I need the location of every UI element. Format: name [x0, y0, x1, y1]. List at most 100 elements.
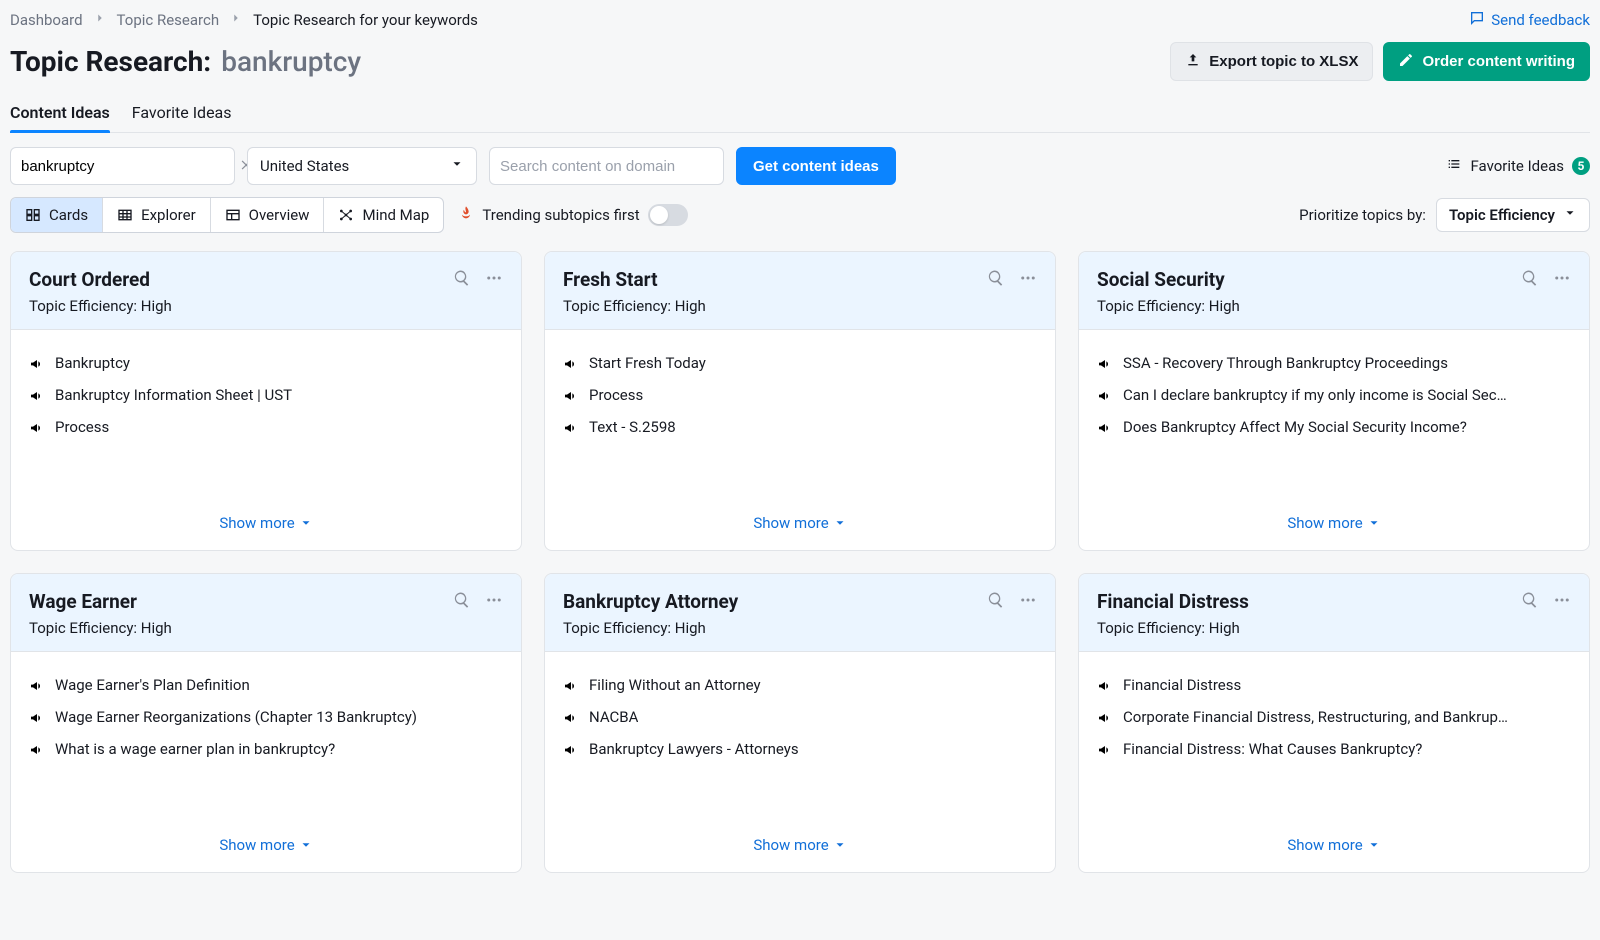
- show-more-link[interactable]: Show more: [219, 514, 312, 532]
- search-icon[interactable]: [987, 269, 1005, 291]
- card-item-text: Process: [55, 418, 109, 436]
- bullhorn-icon: [29, 742, 45, 758]
- topic-card: Fresh Start Topic Efficiency: High Start…: [544, 251, 1056, 551]
- bullhorn-icon: [563, 420, 579, 436]
- topic-card: Court Ordered Topic Efficiency: High Ban…: [10, 251, 522, 551]
- send-feedback-link[interactable]: Send feedback: [1469, 10, 1590, 30]
- card-header: Wage Earner Topic Efficiency: High: [11, 574, 521, 652]
- tab-favorite-ideas[interactable]: Favorite Ideas: [132, 95, 232, 132]
- card-item[interactable]: Bankruptcy Information Sheet | UST: [29, 386, 503, 404]
- bullhorn-icon: [29, 420, 45, 436]
- card-efficiency: Topic Efficiency: High: [1097, 619, 1571, 637]
- card-item-text: SSA - Recovery Through Bankruptcy Procee…: [1123, 354, 1448, 372]
- upload-icon: [1185, 52, 1201, 71]
- keyword-input[interactable]: [11, 148, 230, 184]
- card-body: Wage Earner's Plan Definition Wage Earne…: [11, 652, 521, 826]
- chevron-right-icon: [229, 11, 243, 29]
- card-title: Wage Earner: [29, 590, 137, 613]
- show-more-link[interactable]: Show more: [1287, 836, 1380, 854]
- order-content-writing-button[interactable]: Order content writing: [1383, 42, 1590, 81]
- edit-icon: [1398, 52, 1414, 71]
- card-item[interactable]: Start Fresh Today: [563, 354, 1037, 372]
- card-item-text: Start Fresh Today: [589, 354, 706, 372]
- search-icon[interactable]: [453, 591, 471, 613]
- card-item[interactable]: SSA - Recovery Through Bankruptcy Procee…: [1097, 354, 1571, 372]
- tabs: Content Ideas Favorite Ideas: [10, 95, 1590, 133]
- card-item[interactable]: Can I declare bankruptcy if my only inco…: [1097, 386, 1571, 404]
- card-efficiency: Topic Efficiency: High: [1097, 297, 1571, 315]
- topic-card: Wage Earner Topic Efficiency: High Wage …: [10, 573, 522, 873]
- chevron-down-icon: [1563, 206, 1577, 224]
- bullhorn-icon: [563, 356, 579, 372]
- export-button[interactable]: Export topic to XLSX: [1170, 42, 1373, 81]
- prioritize-select[interactable]: Topic Efficiency: [1436, 198, 1590, 232]
- show-more-link[interactable]: Show more: [1287, 514, 1380, 532]
- card-efficiency: Topic Efficiency: High: [563, 619, 1037, 637]
- show-more-link[interactable]: Show more: [219, 836, 312, 854]
- more-icon[interactable]: [1019, 591, 1037, 613]
- card-item[interactable]: Process: [563, 386, 1037, 404]
- show-more-link[interactable]: Show more: [753, 514, 846, 532]
- tab-content-ideas[interactable]: Content Ideas: [10, 95, 110, 132]
- card-efficiency: Topic Efficiency: High: [29, 297, 503, 315]
- table-icon: [117, 207, 133, 223]
- card-item[interactable]: Does Bankruptcy Affect My Social Securit…: [1097, 418, 1571, 436]
- card-body: Bankruptcy Bankruptcy Information Sheet …: [11, 330, 521, 504]
- chevron-right-icon: [93, 11, 107, 29]
- search-icon[interactable]: [987, 591, 1005, 613]
- more-icon[interactable]: [1553, 269, 1571, 291]
- show-more-link[interactable]: Show more: [753, 836, 846, 854]
- card-item-text: Financial Distress: [1123, 676, 1241, 694]
- topic-card: Social Security Topic Efficiency: High S…: [1078, 251, 1590, 551]
- view-overview[interactable]: Overview: [211, 198, 325, 232]
- card-item-text: Corporate Financial Distress, Restructur…: [1123, 708, 1508, 726]
- breadcrumb: Dashboard Topic Research Topic Research …: [10, 0, 1590, 36]
- more-icon[interactable]: [485, 591, 503, 613]
- search-icon[interactable]: [453, 269, 471, 291]
- card-item[interactable]: Filing Without an Attorney: [563, 676, 1037, 694]
- card-header: Financial Distress Topic Efficiency: Hig…: [1079, 574, 1589, 652]
- crumb-dashboard[interactable]: Dashboard: [10, 11, 83, 29]
- more-icon[interactable]: [1553, 591, 1571, 613]
- card-item-text: Bankruptcy Lawyers - Attorneys: [589, 740, 799, 758]
- favorite-ideas-link[interactable]: Favorite Ideas 5: [1446, 156, 1590, 176]
- card-title: Social Security: [1097, 268, 1225, 291]
- domain-search-input[interactable]: [490, 148, 723, 184]
- bullhorn-icon: [29, 710, 45, 726]
- country-select[interactable]: United States: [247, 147, 477, 185]
- card-item[interactable]: Text - S.2598: [563, 418, 1037, 436]
- card-item[interactable]: Bankruptcy: [29, 354, 503, 372]
- page-title-keyword: bankruptcy: [221, 45, 361, 78]
- card-body: Financial Distress Corporate Financial D…: [1079, 652, 1589, 826]
- card-item[interactable]: Process: [29, 418, 503, 436]
- view-mindmap[interactable]: Mind Map: [324, 198, 443, 232]
- card-body: Start Fresh Today Process Text - S.2598: [545, 330, 1055, 504]
- more-icon[interactable]: [485, 269, 503, 291]
- search-icon[interactable]: [1521, 591, 1539, 613]
- card-item[interactable]: What is a wage earner plan in bankruptcy…: [29, 740, 503, 758]
- view-explorer[interactable]: Explorer: [103, 198, 211, 232]
- get-content-ideas-button[interactable]: Get content ideas: [736, 147, 896, 185]
- bullhorn-icon: [563, 678, 579, 694]
- card-item[interactable]: Wage Earner Reorganizations (Chapter 13 …: [29, 708, 503, 726]
- card-title: Court Ordered: [29, 268, 150, 291]
- feedback-icon: [1469, 10, 1485, 30]
- card-item[interactable]: NACBA: [563, 708, 1037, 726]
- card-item-text: Process: [589, 386, 643, 404]
- card-item[interactable]: Corporate Financial Distress, Restructur…: [1097, 708, 1571, 726]
- mindmap-icon: [338, 207, 354, 223]
- more-icon[interactable]: [1019, 269, 1037, 291]
- card-item[interactable]: Financial Distress: [1097, 676, 1571, 694]
- trending-toggle[interactable]: [648, 204, 688, 226]
- card-title: Fresh Start: [563, 268, 658, 291]
- cards-icon: [25, 207, 41, 223]
- search-icon[interactable]: [1521, 269, 1539, 291]
- bullhorn-icon: [1097, 356, 1113, 372]
- favorite-count-badge: 5: [1572, 157, 1590, 175]
- card-item[interactable]: Bankruptcy Lawyers - Attorneys: [563, 740, 1037, 758]
- view-cards[interactable]: Cards: [11, 198, 103, 232]
- card-item[interactable]: Financial Distress: What Causes Bankrupt…: [1097, 740, 1571, 758]
- bullhorn-icon: [1097, 678, 1113, 694]
- card-item[interactable]: Wage Earner's Plan Definition: [29, 676, 503, 694]
- crumb-topic-research[interactable]: Topic Research: [117, 11, 220, 29]
